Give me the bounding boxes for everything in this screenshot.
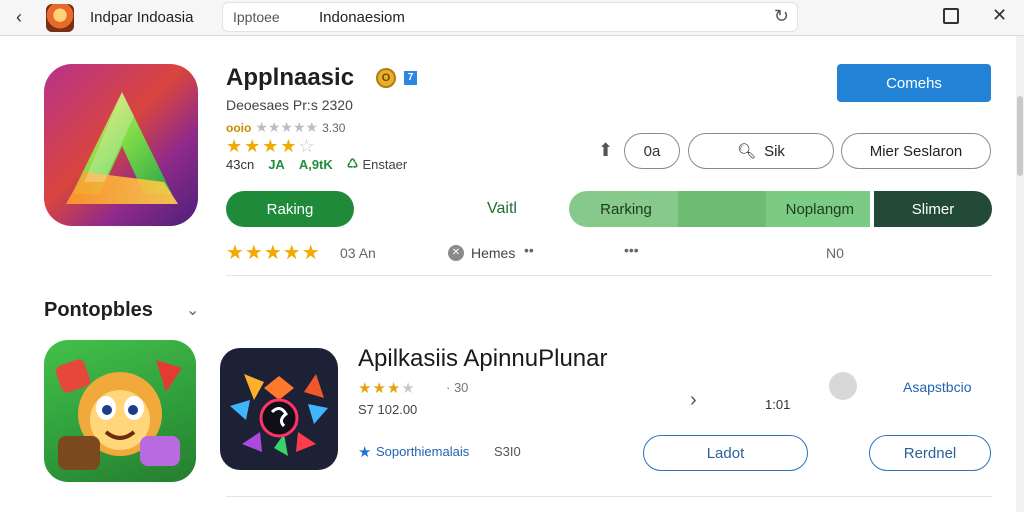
rerdnel-button[interactable]: Rerdnel [869,435,991,471]
support-number: S3I0 [494,444,521,459]
app2-stars-value: 30 [453,380,469,395]
rating-value: 3.30 [322,120,346,135]
meta-count: 43cn [226,156,255,172]
noplangm-segment[interactable]: Noplangm [678,191,870,227]
favicon-icon [46,4,74,32]
no-label: N0 [826,245,844,261]
meta-a: JA [268,156,285,172]
filter-button[interactable]: Mier Seslaron [841,133,991,169]
noplangm-label: Noplangm [785,200,854,218]
rating-stars-icon: ★★★★☆ [226,136,317,156]
divider [226,496,992,497]
ranking-button[interactable]: Raking [226,191,354,227]
chevron-down-icon[interactable]: ⌄ [186,300,199,320]
rating-tag: ooio [226,120,252,135]
app2-rating-stars-icon: ★★★★ [358,380,416,397]
green-label: Vaitl [487,200,517,217]
address-bar[interactable]: Ipptoee Indonaesiom ↻ [222,2,798,32]
window-title: Indpar Indoasia [90,9,194,26]
star-icon: ★ [358,444,372,461]
primary-button[interactable]: Comehs [837,64,991,102]
ranking-segment[interactable]: Rarking [569,191,683,227]
close-icon[interactable]: ✕ [992,5,1007,26]
meta-line: 43cn JA A,9tK ♺ Enstaer [226,156,407,172]
ladot-button[interactable]: Ladot [643,435,808,471]
scroll-thumb[interactable] [1017,96,1023,176]
app2-price: S7 102.00 [358,402,418,417]
circle-x-icon[interactable]: ✕ [448,245,464,261]
browser-toolbar: ‹ Indpar Indoasia Ipptoee Indonaesiom ↻ … [0,0,1024,36]
scrollbar[interactable] [1016,36,1024,512]
chevron-right-icon[interactable]: › [690,389,697,412]
more-icon[interactable]: •• [524,242,534,258]
heres-label: Hemes [471,245,516,261]
meta-b: A,9tK [298,156,333,172]
section-title: Pontopbles [44,299,153,321]
rating-stars-row-icon: ★★★★★ [226,242,321,264]
divider [226,275,992,276]
share-icon[interactable]: ⬆ [598,140,613,161]
search-label: Sik [764,142,785,160]
verified-badge-icon: 7 [404,71,417,85]
address-text: Indonaesiom [319,9,405,26]
app-logo-icon [44,64,198,226]
app2-stars-text: · 30 [446,380,469,395]
app2-link[interactable]: Asapstbcio [903,379,971,395]
installer-label: Enstaer [362,156,408,172]
support-label[interactable]: Soporthiemalais [376,444,469,459]
coin-badge-icon: O [376,68,396,88]
search-icon: 🔍︎ [737,143,757,160]
app2-name[interactable]: Apilkasiis ApinnuPlunar [358,345,607,373]
game-app-icon[interactable] [44,340,196,482]
puzzle-app-icon[interactable] [220,348,338,470]
arrow-left-icon: ‹ [16,6,22,27]
stars-row-text: 03 An [340,245,376,261]
installer-icon: ♺ [346,156,359,171]
app2-time: 1:01 [765,397,791,412]
app-name: Applnaasic [226,64,355,91]
more-icon[interactable]: ••• [624,242,639,258]
slimer-segment[interactable]: Slimer [874,191,992,227]
search-button[interactable]: 🔍︎ Sik [688,133,834,169]
developer-line: Deoesaes Pr:s 2320 [226,97,353,113]
small-rating: ooio ★★★★★ 3.30 [226,119,345,136]
back-button[interactable]: ‹ [8,6,30,28]
rating-stars-gray-icon: ★★★★★ [255,119,319,135]
maximize-icon[interactable] [943,8,959,24]
installer: ♺ Enstaer [347,156,407,172]
address-prefix: Ipptoee [233,9,280,25]
reload-icon[interactable]: ↻ [774,6,789,27]
loading-icon [829,372,857,400]
oa-button[interactable]: 0a [624,133,680,169]
